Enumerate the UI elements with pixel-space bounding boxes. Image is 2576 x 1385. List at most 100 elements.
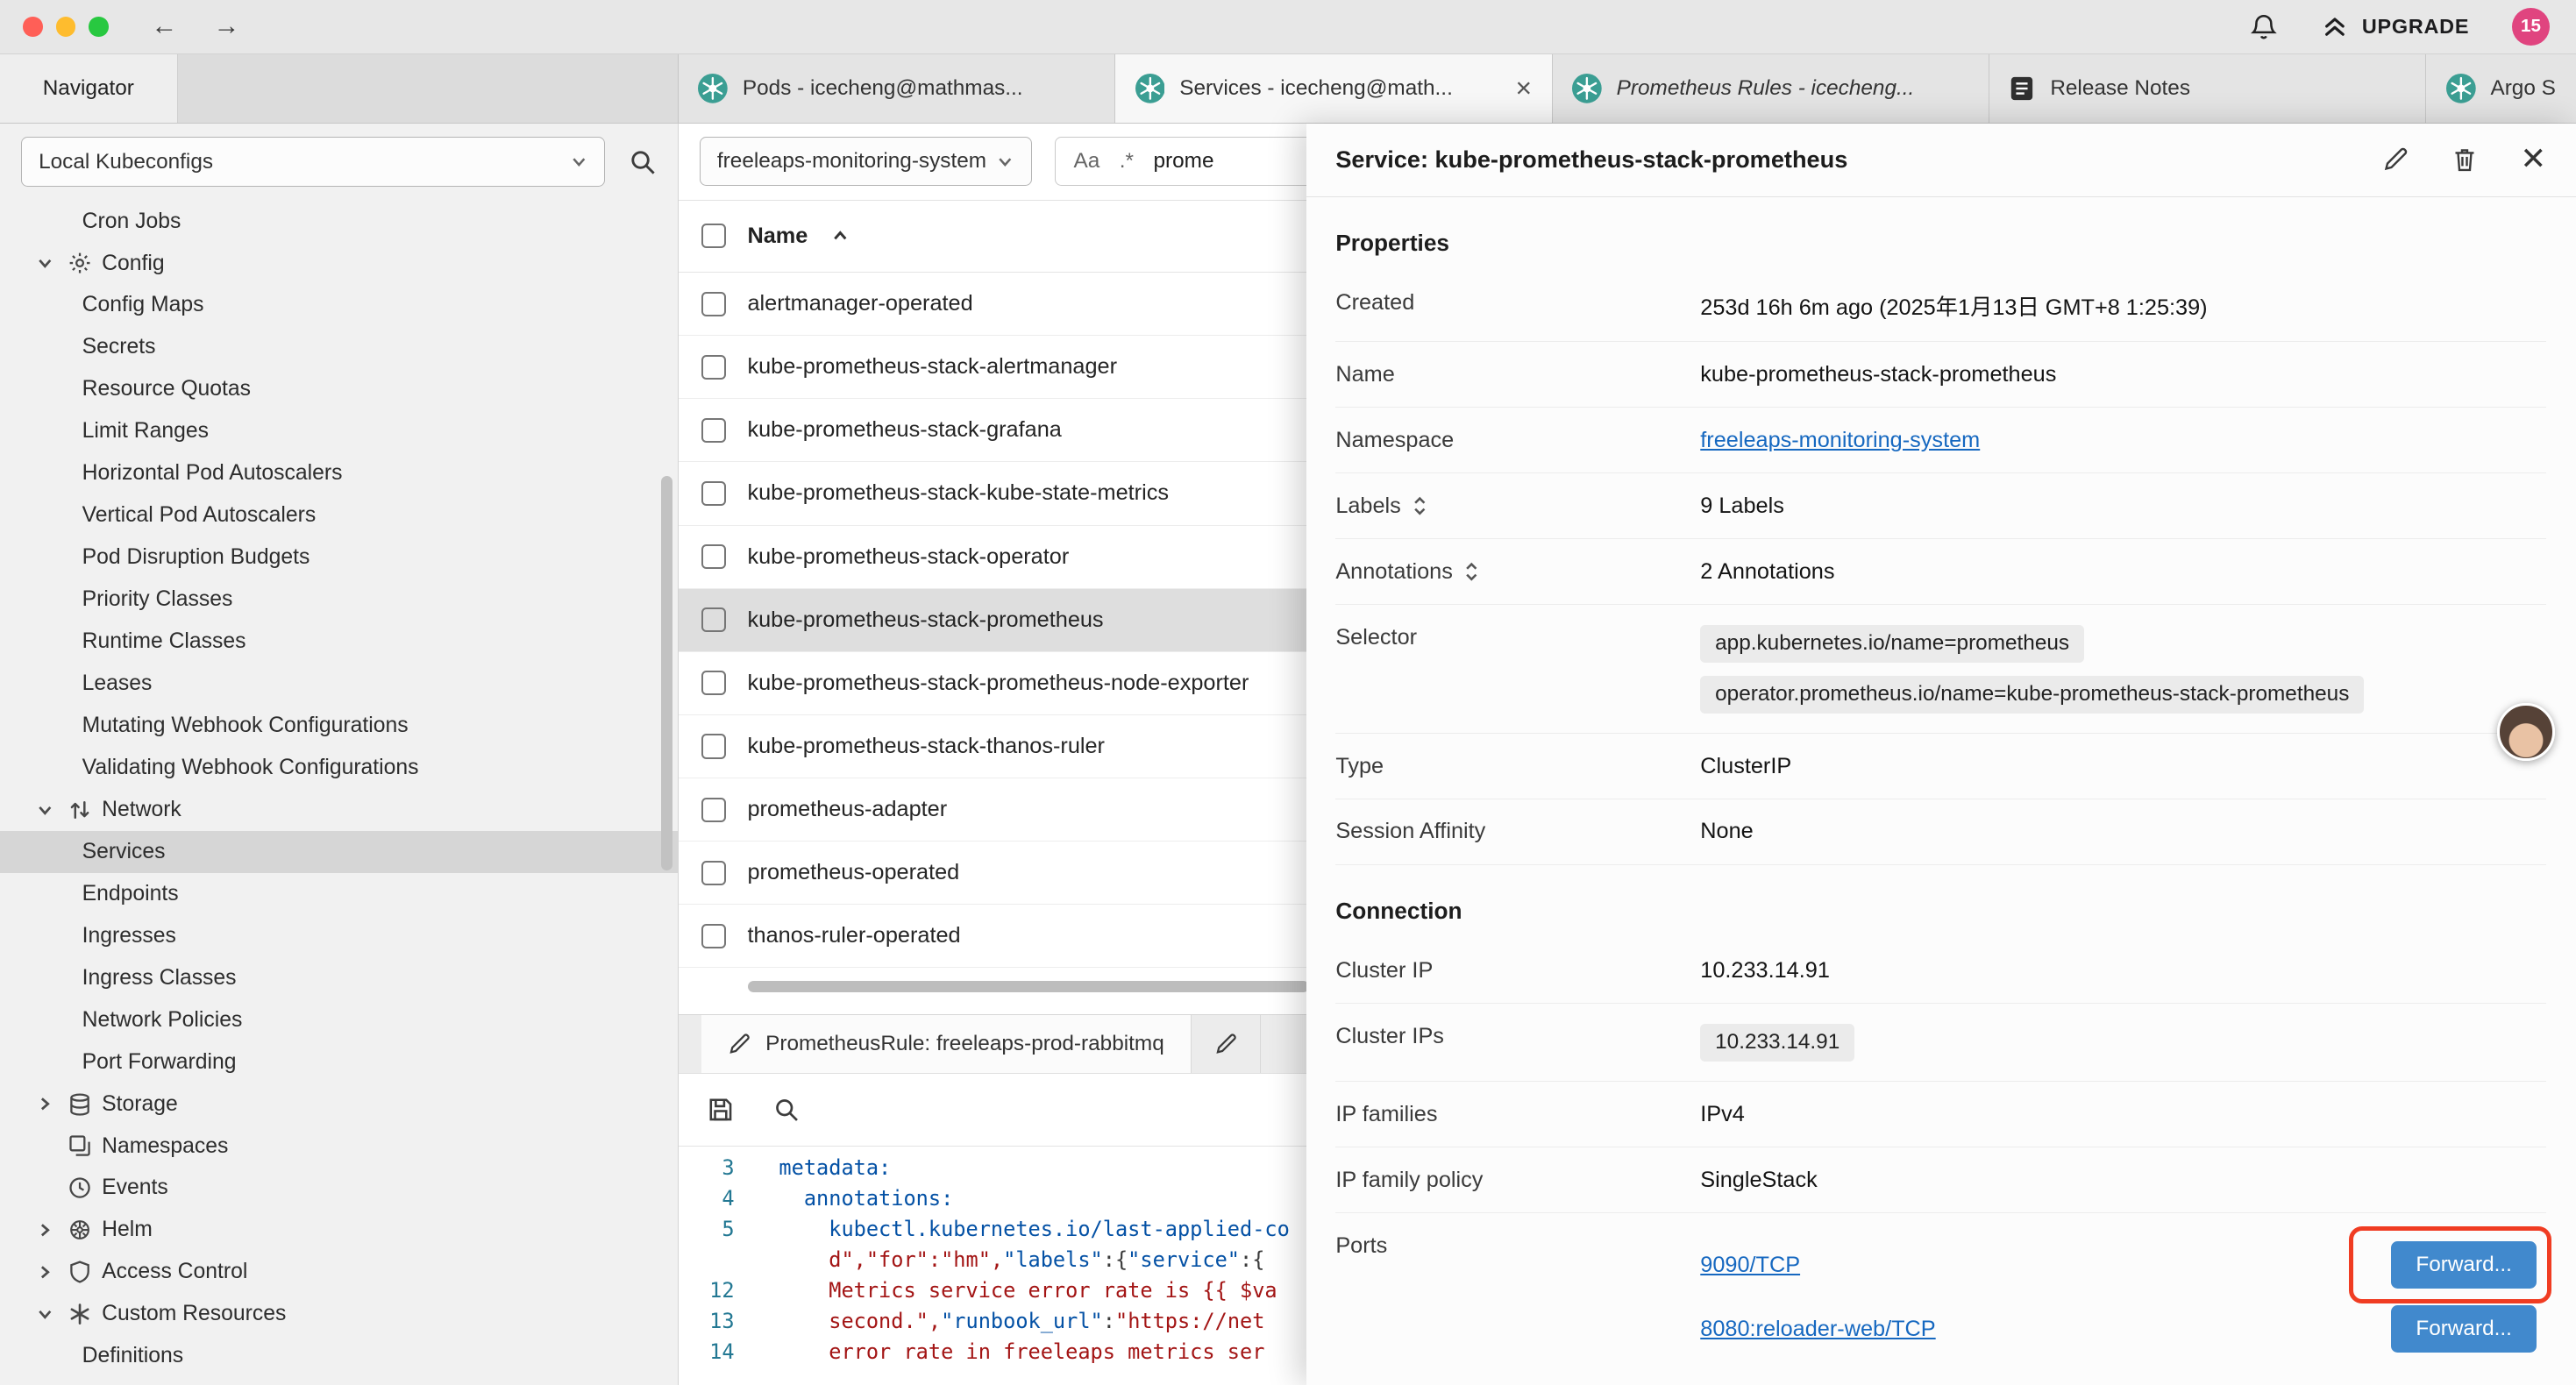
sidebar-item-events[interactable]: Events <box>0 1168 678 1210</box>
sidebar-item-access-control[interactable]: Access Control <box>0 1251 678 1293</box>
minimize-window-button[interactable] <box>56 17 75 36</box>
property-value: 2 Annotations <box>1700 559 2546 585</box>
row-name: kube-prometheus-stack-grafana <box>747 417 1061 443</box>
sidebar-item-config-maps[interactable]: Config Maps <box>0 284 678 326</box>
sidebar-item-label: Network Policies <box>82 1008 243 1033</box>
close-window-button[interactable] <box>23 17 42 36</box>
row-checkbox[interactable] <box>701 355 726 380</box>
row-checkbox[interactable] <box>701 861 726 885</box>
row-name: alertmanager-operated <box>747 291 972 316</box>
sidebar-item-helm[interactable]: Helm <box>0 1209 678 1251</box>
sidebar-item-custom-resources[interactable]: Custom Resources <box>0 1293 678 1335</box>
sidebar-item-services[interactable]: Services <box>0 831 678 873</box>
sidebar-item-network[interactable]: Network <box>0 789 678 831</box>
regex-icon[interactable]: .* <box>1120 149 1134 174</box>
edit-icon <box>728 1033 751 1055</box>
sidebar-item-namespaces[interactable]: Namespaces <box>0 1126 678 1168</box>
sidebar-item-horizontal-pod-autoscalers[interactable]: Horizontal Pod Autoscalers <box>0 452 678 494</box>
tab-pods-icecheng-mathmas[interactable]: Pods - icecheng@mathmas... <box>679 54 1115 123</box>
sidebar-item-ingresses[interactable]: Ingresses <box>0 915 678 957</box>
sidebar-item-vertical-pod-autoscalers[interactable]: Vertical Pod Autoscalers <box>0 494 678 536</box>
sidebar-item-network-policies[interactable]: Network Policies <box>0 999 678 1041</box>
property-value: IPv4 <box>1700 1102 2546 1127</box>
sidebar-item-limit-ranges[interactable]: Limit Ranges <box>0 410 678 452</box>
row-checkbox[interactable] <box>701 292 726 316</box>
port-forward-button[interactable]: Forward... <box>2391 1241 2537 1289</box>
row-checkbox[interactable] <box>701 671 726 695</box>
row-checkbox[interactable] <box>701 798 726 822</box>
sidebar-item-label: Validating Webhook Configurations <box>82 756 419 780</box>
sort-ascending-icon[interactable] <box>831 227 850 245</box>
sidebar-item-pod-disruption-budgets[interactable]: Pod Disruption Budgets <box>0 536 678 579</box>
code-text: error rate in freeleaps metrics ser <box>754 1337 1264 1367</box>
delete-icon[interactable] <box>2451 146 2478 174</box>
sidebar-item-label: Definitions <box>82 1344 183 1368</box>
dock-tab-prometheusrule-freeleaps-prod-rabbitmq[interactable]: PrometheusRule: freeleaps-prod-rabbitmq <box>701 1015 1192 1073</box>
port-link[interactable]: 9090/TCP <box>1700 1253 1800 1278</box>
window-titlebar: ← → UPGRADE 15 <box>0 0 2576 54</box>
dock-tab-label: PrometheusRule: freeleaps-prod-rabbitmq <box>765 1032 1164 1056</box>
property-row-selector: Selectorapp.kubernetes.io/name=prometheu… <box>1335 605 2546 734</box>
sidebar-item-secrets[interactable]: Secrets <box>0 326 678 368</box>
select-all-checkbox[interactable] <box>701 224 726 248</box>
row-checkbox[interactable] <box>701 418 726 443</box>
namespace-link[interactable]: freeleaps-monitoring-system <box>1700 428 1980 452</box>
sidebar-scrollbar[interactable] <box>661 476 672 870</box>
property-label: Annotations <box>1335 559 1700 585</box>
sidebar-item-ingress-classes[interactable]: Ingress Classes <box>0 957 678 999</box>
row-checkbox[interactable] <box>701 544 726 569</box>
sidebar-search-icon[interactable] <box>629 148 657 176</box>
dock-tab-partial[interactable] <box>1192 1015 1262 1073</box>
back-icon[interactable]: ← <box>151 11 177 41</box>
zoom-window-button[interactable] <box>89 17 108 36</box>
close-tab-icon[interactable]: × <box>1516 75 1533 103</box>
forward-icon[interactable]: → <box>214 11 240 41</box>
sidebar-item-validating-webhook-configurations[interactable]: Validating Webhook Configurations <box>0 747 678 789</box>
sidebar-item-config[interactable]: Config <box>0 243 678 285</box>
chevron-down-icon <box>32 254 57 273</box>
notifications-bell-icon[interactable] <box>2249 12 2279 42</box>
property-row-type: TypeClusterIP <box>1335 734 2546 799</box>
match-case-icon[interactable]: Aa <box>1073 149 1099 174</box>
sidebar-tree: Cron JobsConfigConfig MapsSecretsResourc… <box>0 201 678 1378</box>
port-forward-button[interactable]: Forward... <box>2391 1305 2537 1353</box>
row-checkbox[interactable] <box>701 924 726 948</box>
content-area: Local Kubeconfigs Cron JobsConfigConfig … <box>0 124 2576 1385</box>
kubeconfig-selector[interactable]: Local Kubeconfigs <box>21 137 605 186</box>
sidebar-item-label: Events <box>102 1175 168 1200</box>
editor-search-icon[interactable] <box>773 1097 800 1123</box>
sidebar-item-cron-jobs[interactable]: Cron Jobs <box>0 201 678 243</box>
row-checkbox[interactable] <box>701 481 726 506</box>
save-icon[interactable] <box>707 1096 735 1124</box>
row-checkbox[interactable] <box>701 607 726 632</box>
port-line: 8080:reloader-web/TCP Forward... <box>1700 1297 2546 1361</box>
sidebar-item-leases[interactable]: Leases <box>0 663 678 705</box>
tab-argo-s[interactable]: Argo S <box>2426 54 2576 123</box>
edit-icon[interactable] <box>2382 146 2409 173</box>
navigator-tab[interactable]: Navigator <box>0 54 178 123</box>
property-row-name: Namekube-prometheus-stack-prometheus <box>1335 342 2546 408</box>
tab-label: Release Notes <box>2050 76 2406 101</box>
sidebar-item-label: Ingress Classes <box>82 966 237 991</box>
sidebar-item-priority-classes[interactable]: Priority Classes <box>0 579 678 621</box>
row-checkbox[interactable] <box>701 734 726 758</box>
sidebar-item-storage[interactable]: Storage <box>0 1083 678 1126</box>
tab-services-icecheng-math[interactable]: Services - icecheng@math...× <box>1115 54 1552 123</box>
tab-prometheus-rules-icecheng[interactable]: Prometheus Rules - icecheng... <box>1553 54 1989 123</box>
sidebar-item-definitions[interactable]: Definitions <box>0 1335 678 1377</box>
sidebar-item-mutating-webhook-configurations[interactable]: Mutating Webhook Configurations <box>0 705 678 747</box>
upgrade-button[interactable]: UPGRADE <box>2321 12 2469 40</box>
sidebar-item-port-forwarding[interactable]: Port Forwarding <box>0 1041 678 1083</box>
notification-count-badge[interactable]: 15 <box>2512 8 2550 46</box>
tab-release-notes[interactable]: Release Notes <box>1989 54 2426 123</box>
close-icon[interactable]: ✕ <box>2520 144 2546 175</box>
name-column-header[interactable]: Name <box>747 224 808 249</box>
port-link[interactable]: 8080:reloader-web/TCP <box>1700 1317 1935 1342</box>
horizontal-scrollbar-thumb[interactable] <box>748 981 1310 992</box>
sidebar-item-resource-quotas[interactable]: Resource Quotas <box>0 368 678 410</box>
property-label: IP family policy <box>1335 1168 1700 1193</box>
sidebar-item-runtime-classes[interactable]: Runtime Classes <box>0 621 678 663</box>
tab-strip: Pods - icecheng@mathmas...Services - ice… <box>679 54 2576 123</box>
sidebar-item-endpoints[interactable]: Endpoints <box>0 873 678 915</box>
namespace-selector[interactable]: freeleaps-monitoring-system <box>700 137 1031 186</box>
